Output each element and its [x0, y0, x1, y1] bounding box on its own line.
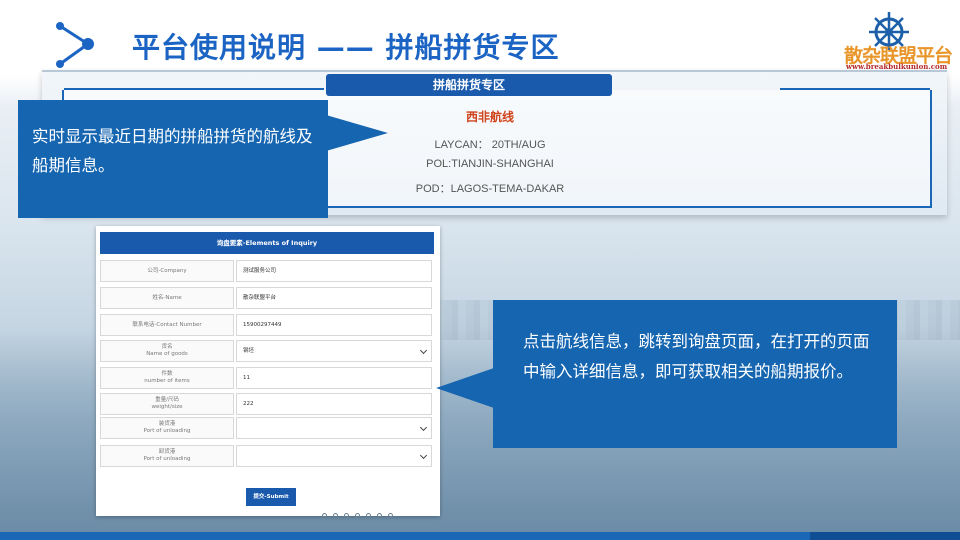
form-row-loading-port: 装货港 Port of unloading — [100, 417, 434, 439]
goods-select-value: 钢坯 — [243, 348, 255, 354]
form-label: 货名 Name of goods — [100, 340, 234, 362]
page-title: 平台使用说明 —— 拼船拼货专区 — [132, 31, 560, 64]
callout-pointer — [326, 115, 388, 151]
form-row-items: 件数 number of items 11 — [100, 367, 434, 389]
label-text: 件数 — [161, 371, 173, 377]
label-text: 联系电话-Contact Number — [132, 321, 202, 328]
form-label: 姓名-Name — [100, 287, 234, 309]
form-label: 公司-Company — [100, 260, 234, 282]
name-input[interactable]: 散杂联盟平台 — [236, 287, 432, 309]
label-text: 装货港 — [158, 421, 176, 427]
label-text-en: Name of goods — [146, 351, 188, 357]
form-row-company: 公司-Company 测试服务公司 — [100, 260, 434, 282]
control-dot[interactable] — [388, 512, 393, 518]
form-label: 装货港 Port of unloading — [100, 417, 234, 439]
label-text: 姓名-Name — [152, 294, 182, 301]
route-name-link[interactable]: 西非航线 — [430, 108, 550, 125]
callout-route-info: 实时显示最近日期的拼船拼货的航线及船期信息。 — [18, 100, 328, 218]
label-text-en: weight/size — [151, 404, 183, 410]
form-row-goods: 货名 Name of goods 钢坯 — [100, 340, 434, 362]
form-row-weight: 重量/尺码 weight/size 222 — [100, 393, 434, 415]
loading-port-select[interactable] — [236, 417, 432, 439]
bottom-accent-bar — [0, 532, 960, 540]
form-row-contact: 联系电话-Contact Number 15900297449 — [100, 314, 434, 336]
chevron-down-icon — [419, 451, 428, 460]
inquiry-form: 询盘要素-Elements of Inquiry 公司-Company 测试服务… — [96, 226, 440, 516]
label-text-en: number of items — [144, 378, 190, 384]
control-dot[interactable] — [344, 512, 349, 518]
form-row-name: 姓名-Name 散杂联盟平台 — [100, 287, 434, 309]
submit-button[interactable]: 提交-Submit — [246, 488, 296, 506]
chevron-down-icon — [419, 346, 428, 355]
callout-inquiry-info: 点击航线信息，跳转到询盘页面，在打开的页面中输入详细信息，即可获取相关的船期报价… — [493, 300, 897, 448]
form-label: 联系电话-Contact Number — [100, 314, 234, 336]
item-count-input[interactable]: 11 — [236, 367, 432, 389]
weight-size-input[interactable]: 222 — [236, 393, 432, 415]
unloading-port-select[interactable] — [236, 445, 432, 467]
route-pod: POD：LAGOS-TEMA-DAKAR — [415, 183, 565, 195]
section-banner: 拼船拼货专区 — [326, 74, 612, 96]
form-label: 卸货港 Port of unloading — [100, 445, 234, 467]
route-laycan: LAYCAN： 20TH/AUG — [434, 139, 546, 151]
label-text: 卸货港 — [158, 449, 176, 455]
label-text: 公司-Company — [147, 267, 187, 274]
control-dot[interactable] — [333, 512, 338, 518]
form-label: 重量/尺码 weight/size — [100, 393, 234, 415]
label-text: 货名 — [161, 344, 173, 350]
control-dot[interactable] — [377, 512, 382, 518]
form-label: 件数 number of items — [100, 367, 234, 389]
network-nodes-icon — [56, 22, 94, 68]
label-text-en: Port of unloading — [143, 456, 191, 462]
control-dot[interactable] — [322, 512, 327, 518]
control-dot[interactable] — [366, 512, 371, 518]
contact-number-input[interactable]: 15900297449 — [236, 314, 432, 336]
goods-select[interactable]: 钢坯 — [236, 340, 432, 362]
form-title: 询盘要素-Elements of Inquiry — [100, 232, 434, 254]
control-dot[interactable] — [355, 512, 360, 518]
platform-logo: 散杂联盟平台 www.breakbulkunion.com — [836, 8, 953, 71]
label-text-en: Port of unloading — [143, 428, 191, 434]
slide-controls — [322, 510, 440, 520]
callout-pointer — [436, 368, 494, 408]
route-pol: POL:TIANJIN-SHANGHAI — [426, 158, 554, 170]
form-row-unloading-port: 卸货港 Port of unloading — [100, 445, 434, 467]
company-input[interactable]: 测试服务公司 — [236, 260, 432, 282]
label-text: 重量/尺码 — [155, 397, 179, 403]
chevron-down-icon — [419, 423, 428, 432]
